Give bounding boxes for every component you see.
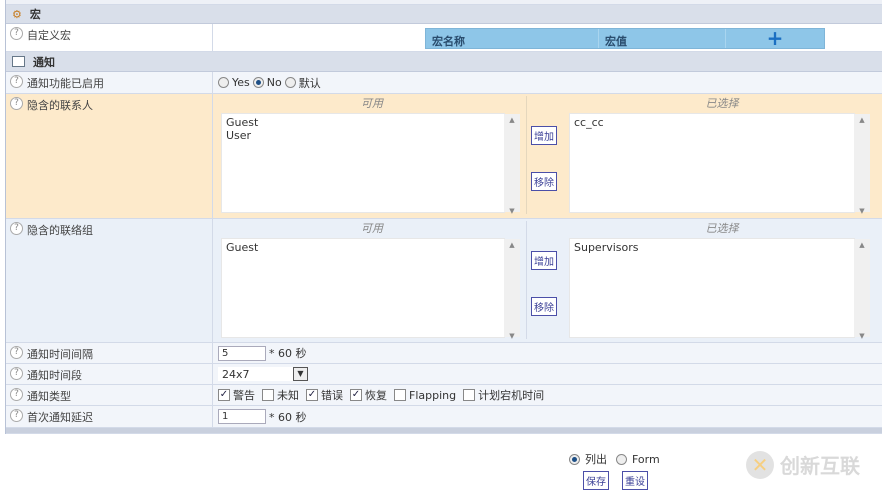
section-title: 宏: [29, 8, 41, 21]
panel-title: 可用: [361, 222, 383, 235]
service-form: ⚙ 宏 ? 自定义宏 宏名称 宏值 + 通知 ? 通知功能已启用 Yes No 默认 …: [5, 0, 882, 434]
type-checkbox[interactable]: ✓: [218, 389, 230, 401]
help-icon[interactable]: ?: [10, 27, 23, 40]
checkbox-label: 未知: [277, 389, 299, 402]
watermark-text: 创新互联: [780, 454, 860, 478]
help-icon[interactable]: ?: [10, 75, 23, 88]
radio-label: Yes: [232, 76, 250, 89]
type-checkbox[interactable]: ✓: [306, 389, 318, 401]
row-notify-enabled: ? 通知功能已启用 Yes No 默认: [6, 72, 882, 94]
row-first-delay: ? 首次通知延迟 1 * 60 秒: [6, 406, 882, 428]
view-mode: 列出 Form: [569, 451, 660, 467]
section-header-macro: ⚙ 宏: [6, 5, 882, 24]
gear-icon: ⚙: [12, 7, 22, 21]
select-value: 24x7: [222, 367, 250, 381]
scrollbar[interactable]: ▲ ▼: [504, 239, 520, 340]
row-custom-macro: ? 自定义宏 宏名称 宏值 +: [6, 24, 882, 52]
column-macro-name: 宏名称: [426, 29, 599, 48]
save-button[interactable]: 保存: [583, 471, 609, 490]
help-icon[interactable]: ?: [10, 388, 23, 401]
macro-table-header: 宏名称 宏值 +: [425, 28, 825, 49]
add-group-button[interactable]: 增加: [531, 251, 557, 270]
row-contact-groups: ? 隐含的联络组 可用 Guest ▲ ▼ 增加 移除 已选择 Supervisor…: [6, 219, 882, 343]
reset-button[interactable]: 重设: [622, 471, 648, 490]
field-label: 隐含的联络组: [27, 224, 93, 237]
field-label: 通知时间间隔: [27, 348, 93, 361]
panel-title: 已选择: [705, 97, 739, 110]
type-checkbox[interactable]: [394, 389, 406, 401]
radio-label: 默认: [298, 76, 321, 90]
list-item[interactable]: User: [226, 129, 500, 142]
list-item[interactable]: cc_cc: [574, 116, 850, 129]
add-contact-button[interactable]: 增加: [531, 126, 557, 145]
field-label: 通知时间段: [27, 369, 82, 382]
row-contacts: ? 隐含的联系人 可用 Guest User ▲ ▼ 增加 移除 已选择 cc_cc…: [6, 94, 882, 219]
radio-label: 列出: [585, 453, 607, 466]
column-macro-value: 宏值: [599, 29, 726, 48]
period-select[interactable]: 24x7 ▼: [218, 367, 308, 381]
panel-title: 已选择: [705, 222, 739, 235]
first-delay-input[interactable]: 1: [218, 409, 266, 424]
help-icon[interactable]: ?: [10, 409, 23, 422]
unit-label: * 60 秒: [269, 347, 307, 360]
type-checkbox[interactable]: ✓: [350, 389, 362, 401]
field-label: 首次通知延迟: [27, 411, 93, 424]
checkbox-label: 恢复: [365, 389, 387, 402]
row-period: ? 通知时间段 24x7 ▼: [6, 364, 882, 385]
type-checkbox[interactable]: [463, 389, 476, 401]
checkbox-label: Flapping: [409, 388, 457, 402]
add-macro-button[interactable]: +: [726, 28, 824, 48]
scrollbar[interactable]: ▲ ▼: [854, 114, 870, 215]
row-interval: ? 通知时间间隔 5 * 60 秒: [6, 343, 882, 364]
checkbox-label: 警告: [233, 389, 255, 402]
radio-yes[interactable]: [218, 77, 229, 88]
available-groups-panel: 可用 Guest ▲ ▼: [218, 221, 527, 340]
field-label: 隐含的联系人: [27, 99, 93, 112]
radio-list[interactable]: [569, 453, 580, 465]
remove-contact-button[interactable]: 移除: [531, 172, 557, 191]
help-icon[interactable]: ?: [10, 346, 23, 359]
radio-label: Form: [632, 452, 660, 466]
radio-no[interactable]: [252, 77, 264, 88]
selected-groups-panel: 已选择 Supervisors ▲ ▼: [566, 221, 878, 340]
radio-label: No: [266, 76, 282, 89]
type-checkbox[interactable]: [262, 389, 274, 401]
interval-input[interactable]: 5: [218, 345, 266, 361]
field-label: 通知类型: [27, 390, 71, 403]
checkbox-label: 错误: [321, 389, 343, 402]
scrollbar[interactable]: ▲ ▼: [854, 239, 870, 340]
available-contacts-panel: 可用 Guest User ▲ ▼: [218, 96, 527, 215]
selected-contacts-list[interactable]: cc_cc ▲ ▼: [569, 113, 870, 215]
list-item[interactable]: Guest: [226, 116, 500, 129]
list-item[interactable]: Supervisors: [574, 241, 850, 254]
help-icon[interactable]: ?: [10, 97, 23, 110]
chevron-down-icon[interactable]: ▼: [293, 367, 308, 381]
field-label: 自定义宏: [27, 29, 71, 42]
available-contacts-list[interactable]: Guest User ▲ ▼: [221, 113, 520, 215]
selected-contacts-panel: 已选择 cc_cc ▲ ▼: [566, 96, 878, 215]
radio-default[interactable]: [284, 77, 296, 88]
available-groups-list[interactable]: Guest ▲ ▼: [221, 238, 520, 340]
list-item[interactable]: Guest: [226, 241, 500, 254]
row-types: ? 通知类型 ✓ 警告 未知 ✓ 错误 ✓ 恢复 Flapping 计划宕机时间: [6, 385, 882, 406]
unit-label: * 60 秒: [269, 410, 307, 424]
section-title: 通知: [33, 55, 55, 69]
remove-group-button[interactable]: 移除: [531, 297, 557, 316]
field-label: 通知功能已启用: [27, 77, 104, 90]
bottom-bar: [6, 428, 882, 434]
watermark-logo: ✕ 创新互联: [746, 450, 860, 479]
scrollbar[interactable]: ▲ ▼: [504, 114, 520, 215]
section-header-notify: 通知: [6, 52, 882, 72]
selected-groups-list[interactable]: Supervisors ▲ ▼: [569, 238, 870, 340]
radio-form[interactable]: [616, 453, 627, 465]
logo-icon: ✕: [746, 450, 774, 479]
notification-icon: [12, 56, 25, 67]
checkbox-label: 计划宕机时间: [478, 389, 545, 402]
help-icon[interactable]: ?: [10, 367, 23, 380]
help-icon[interactable]: ?: [10, 222, 23, 235]
panel-title: 可用: [361, 97, 383, 110]
